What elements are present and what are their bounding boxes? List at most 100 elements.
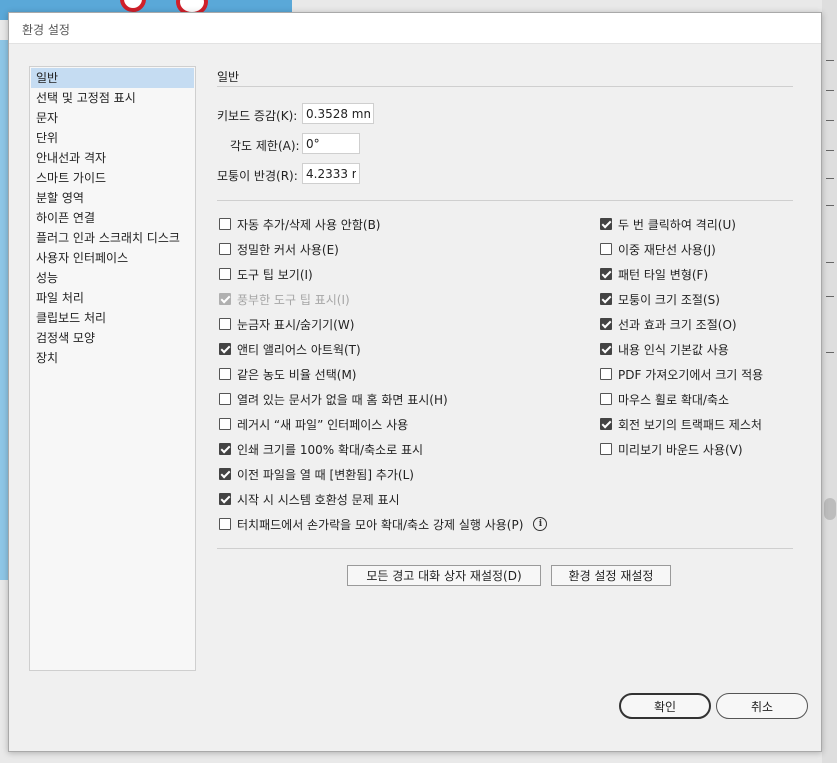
- checkbox-checked-icon[interactable]: [219, 343, 231, 355]
- constrain-angle-row: 각도 제한(A):: [217, 133, 417, 155]
- option-checkbox[interactable]: 정밀한 커서 사용(E): [219, 240, 339, 258]
- option-checkbox: 풍부한 도구 팁 표시(I): [219, 290, 350, 308]
- divider: [217, 548, 793, 549]
- sidebar-item[interactable]: 선택 및 고정점 표시: [31, 88, 194, 108]
- option-checkbox[interactable]: PDF 가져오기에서 크기 적용: [600, 365, 763, 383]
- info-icon[interactable]: i: [533, 517, 548, 531]
- divider: [217, 86, 793, 87]
- general-panel: 일반 키보드 증감(K): 각도 제한(A): 모퉁이 반경(R): 자동 추가…: [217, 66, 793, 686]
- checkbox-checked-icon[interactable]: [219, 443, 231, 455]
- option-label: 패턴 타일 변형(F): [618, 267, 709, 282]
- option-label: 인쇄 크기를 100% 확대/축소로 표시: [237, 442, 424, 457]
- option-checkbox[interactable]: 미리보기 바운드 사용(V): [600, 440, 743, 458]
- corner-radius-input[interactable]: [302, 163, 360, 184]
- option-label: 눈금자 표시/숨기기(W): [237, 317, 355, 332]
- option-checkbox[interactable]: 시작 시 시스템 호환성 문제 표시: [219, 490, 400, 508]
- option-label: 같은 농도 비율 선택(M): [237, 367, 357, 382]
- corner-radius-row: 모퉁이 반경(R):: [217, 163, 417, 185]
- sidebar-item[interactable]: 단위: [31, 128, 194, 148]
- checkbox-checked-icon[interactable]: [600, 318, 612, 330]
- checkbox-checked-icon[interactable]: [600, 343, 612, 355]
- option-checkbox[interactable]: 선과 효과 크기 조절(O): [600, 315, 737, 333]
- option-label: 이중 재단선 사용(J): [618, 242, 716, 257]
- sidebar-item[interactable]: 문자: [31, 108, 194, 128]
- option-checkbox[interactable]: 도구 팁 보기(I): [219, 265, 313, 283]
- option-label: 미리보기 바운드 사용(V): [618, 442, 743, 457]
- checkbox-unchecked-icon[interactable]: [219, 368, 231, 380]
- constrain-angle-label: 각도 제한(A):: [230, 139, 300, 153]
- sidebar-item[interactable]: 분할 영역: [31, 188, 194, 208]
- option-checkbox[interactable]: 마우스 휠로 확대/축소: [600, 390, 729, 408]
- constrain-angle-input[interactable]: [302, 133, 360, 154]
- option-label: 선과 효과 크기 조절(O): [618, 317, 737, 332]
- checkbox-unchecked-icon[interactable]: [219, 518, 231, 530]
- option-label: 두 번 클릭하여 격리(U): [618, 217, 736, 232]
- reset-preferences-button[interactable]: 환경 설정 재설정: [551, 565, 671, 586]
- option-checkbox[interactable]: 이전 파일을 열 때 [변환됨] 추가(L): [219, 465, 414, 483]
- option-label: 터치패드에서 손가락을 모아 확대/축소 강제 실행 사용(P): [237, 517, 524, 532]
- sidebar-item[interactable]: 클립보드 처리: [31, 308, 194, 328]
- checkbox-unchecked-icon[interactable]: [600, 243, 612, 255]
- checkbox-unchecked-icon[interactable]: [600, 368, 612, 380]
- option-checkbox[interactable]: 이중 재단선 사용(J): [600, 240, 716, 258]
- checkbox-unchecked-icon[interactable]: [219, 268, 231, 280]
- sidebar-item[interactable]: 안내선과 격자: [31, 148, 194, 168]
- checkbox-checked-icon[interactable]: [600, 218, 612, 230]
- dialog-title: 환경 설정: [9, 13, 821, 44]
- option-label: 이전 파일을 열 때 [변환됨] 추가(L): [237, 467, 414, 482]
- checkbox-checked-icon: [219, 293, 231, 305]
- checkbox-unchecked-icon[interactable]: [219, 418, 231, 430]
- checkbox-checked-icon[interactable]: [219, 468, 231, 480]
- option-checkbox[interactable]: 두 번 클릭하여 격리(U): [600, 215, 736, 233]
- option-checkbox[interactable]: 눈금자 표시/숨기기(W): [219, 315, 354, 333]
- checkbox-unchecked-icon[interactable]: [219, 218, 231, 230]
- checkbox-unchecked-icon[interactable]: [219, 318, 231, 330]
- option-label: 도구 팁 보기(I): [237, 267, 313, 282]
- reset-warning-dialogs-button[interactable]: 모든 경고 대화 상자 재설정(D): [347, 565, 541, 586]
- background-panel: [822, 0, 837, 763]
- sidebar-item[interactable]: 성능: [31, 268, 194, 288]
- option-label: 레거시 “새 파일” 인터페이스 사용: [237, 417, 409, 432]
- section-title: 일반: [217, 70, 240, 84]
- option-checkbox[interactable]: 레거시 “새 파일” 인터페이스 사용: [219, 415, 408, 433]
- checkbox-unchecked-icon[interactable]: [600, 393, 612, 405]
- checkbox-unchecked-icon[interactable]: [219, 243, 231, 255]
- option-checkbox[interactable]: 모퉁이 크기 조절(S): [600, 290, 720, 308]
- option-label: 회전 보기의 트랙패드 제스처: [618, 417, 762, 432]
- option-checkbox[interactable]: 앤티 앨리어스 아트웍(T): [219, 340, 361, 358]
- checkbox-checked-icon[interactable]: [600, 293, 612, 305]
- sidebar-item[interactable]: 장치: [31, 348, 194, 368]
- sidebar-item[interactable]: 사용자 인터페이스: [31, 248, 194, 268]
- sidebar-item[interactable]: 일반: [31, 68, 194, 88]
- sidebar-item[interactable]: 스마트 가이드: [31, 168, 194, 188]
- option-label: 자동 추가/삭제 사용 안함(B): [237, 217, 381, 232]
- checkbox-checked-icon[interactable]: [219, 493, 231, 505]
- option-checkbox[interactable]: 회전 보기의 트랙패드 제스처: [600, 415, 762, 433]
- checkbox-checked-icon[interactable]: [600, 418, 612, 430]
- sidebar-item[interactable]: 파일 처리: [31, 288, 194, 308]
- sidebar-item[interactable]: 플러그 인과 스크래치 디스크: [31, 228, 194, 248]
- option-label: 마우스 휠로 확대/축소: [618, 392, 730, 407]
- option-checkbox[interactable]: 열려 있는 문서가 없을 때 홈 화면 표시(H): [219, 390, 448, 408]
- option-checkbox[interactable]: 같은 농도 비율 선택(M): [219, 365, 356, 383]
- keyboard-increment-input[interactable]: [302, 103, 374, 124]
- ok-button[interactable]: 확인: [619, 693, 711, 719]
- checkbox-unchecked-icon[interactable]: [219, 393, 231, 405]
- checkbox-checked-icon[interactable]: [600, 268, 612, 280]
- cancel-button[interactable]: 취소: [716, 693, 808, 719]
- option-checkbox[interactable]: 패턴 타일 변형(F): [600, 265, 708, 283]
- option-label: PDF 가져오기에서 크기 적용: [618, 367, 764, 382]
- sidebar-item[interactable]: 하이픈 연결: [31, 208, 194, 228]
- keyboard-increment-label: 키보드 증감(K):: [217, 109, 298, 123]
- option-label: 내용 인식 기본값 사용: [618, 342, 729, 357]
- sidebar-item[interactable]: 검정색 모양: [31, 328, 194, 348]
- checkbox-unchecked-icon[interactable]: [600, 443, 612, 455]
- option-label: 정밀한 커서 사용(E): [237, 242, 339, 257]
- option-checkbox[interactable]: 터치패드에서 손가락을 모아 확대/축소 강제 실행 사용(P) i: [219, 515, 548, 533]
- option-label: 풍부한 도구 팁 표시(I): [237, 292, 350, 307]
- option-checkbox[interactable]: 인쇄 크기를 100% 확대/축소로 표시: [219, 440, 423, 458]
- option-checkbox[interactable]: 내용 인식 기본값 사용: [600, 340, 729, 358]
- corner-radius-label: 모퉁이 반경(R):: [217, 169, 298, 183]
- option-checkbox[interactable]: 자동 추가/삭제 사용 안함(B): [219, 215, 380, 233]
- keyboard-increment-row: 키보드 증감(K):: [217, 103, 417, 125]
